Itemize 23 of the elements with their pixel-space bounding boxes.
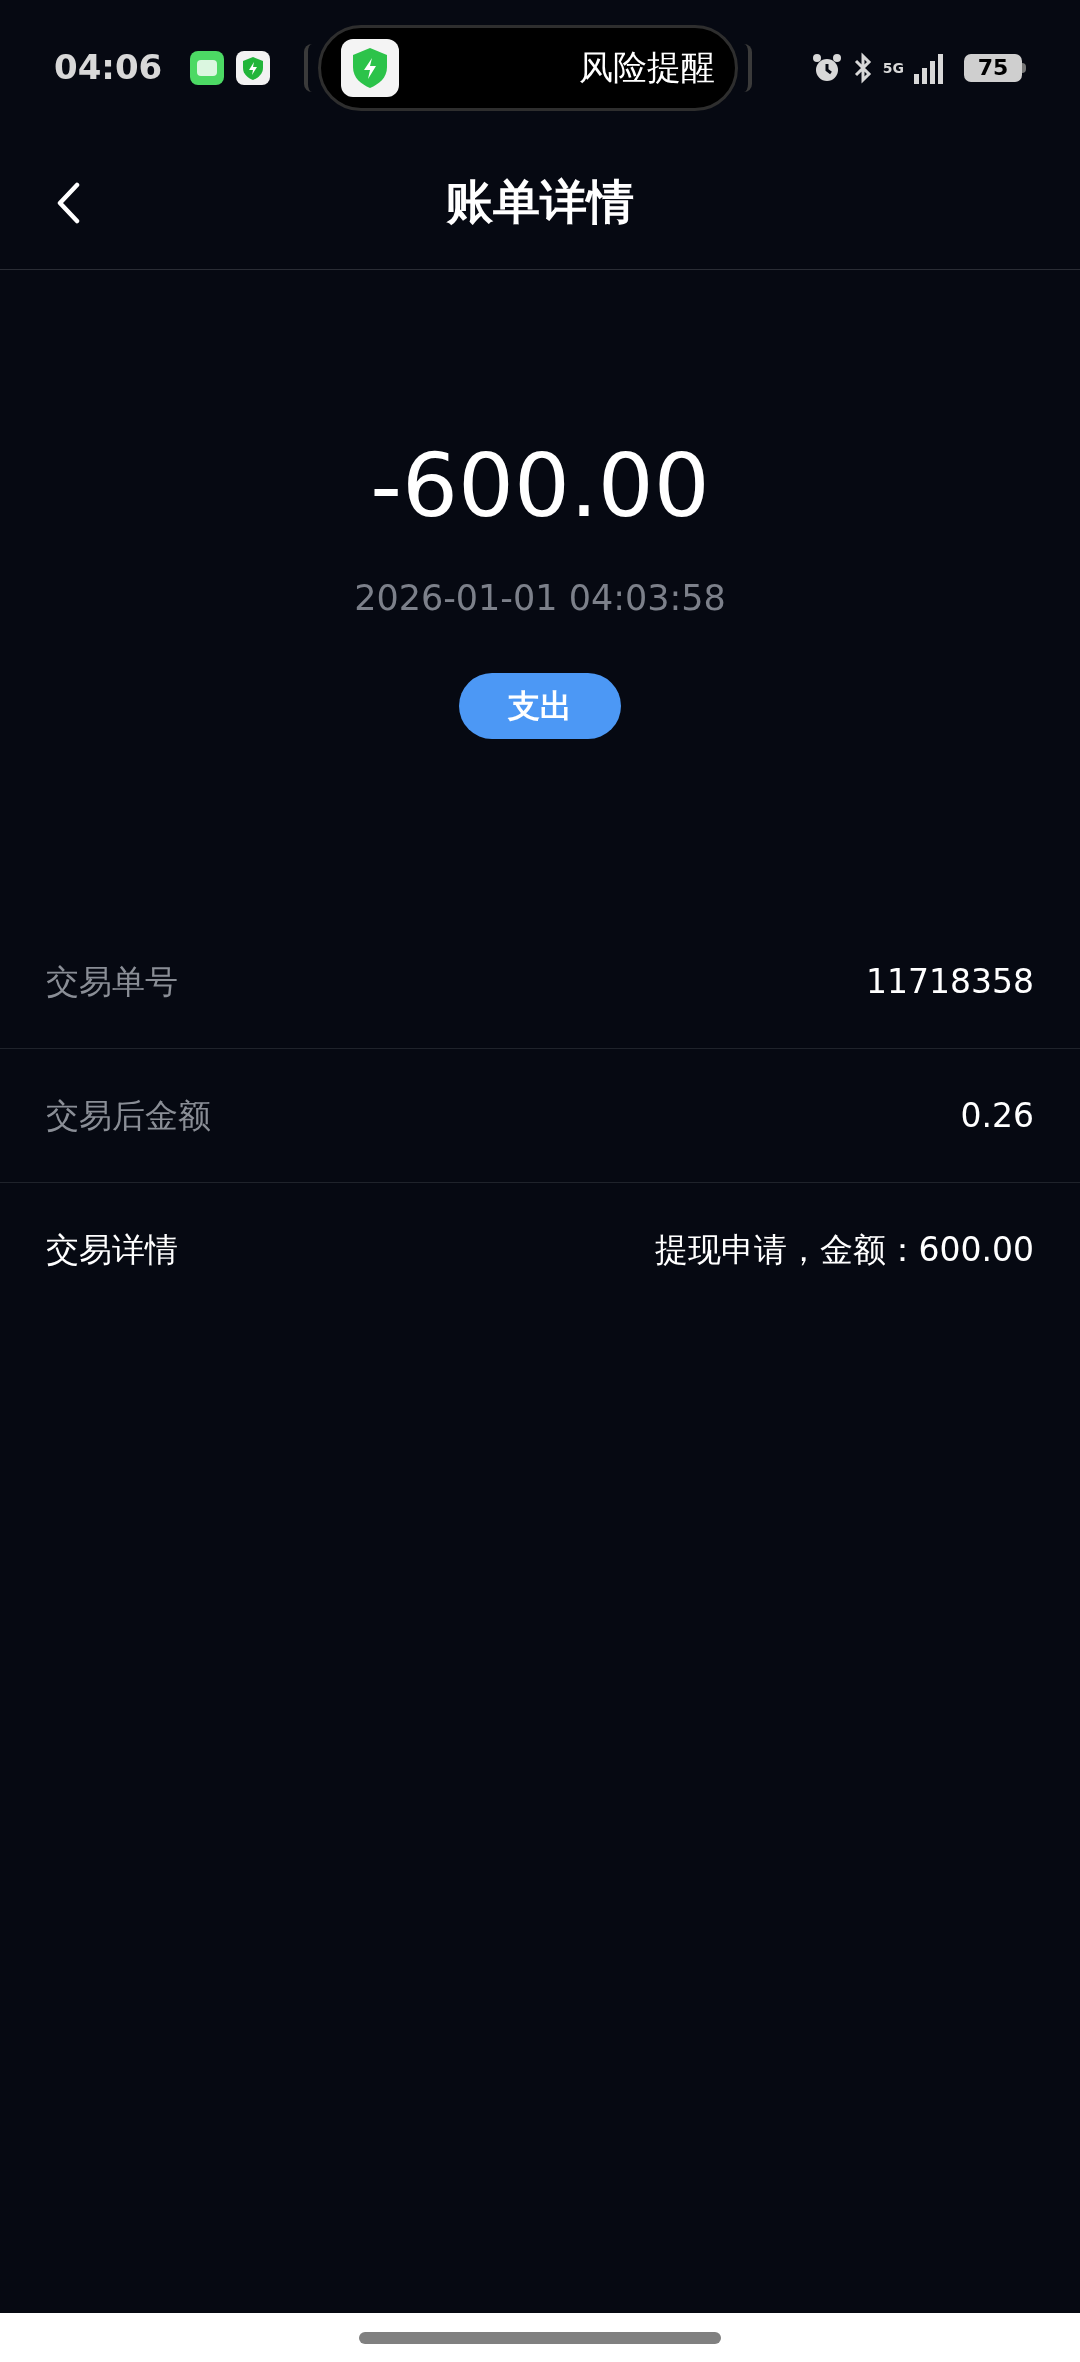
bluetooth-icon	[852, 51, 873, 84]
status-time: 04:06	[54, 46, 164, 89]
battery-level: 75	[964, 53, 1022, 82]
shield-icon	[236, 50, 270, 85]
detail-label: 交易详情	[46, 1229, 178, 1272]
transaction-datetime: 2026-01-01 04:03:58	[354, 577, 726, 620]
dynamic-island[interactable]: 风险提醒	[318, 24, 738, 111]
messages-icon	[190, 50, 224, 85]
detail-value: 11718358	[866, 960, 1034, 1003]
amount-text: -600.00	[370, 442, 710, 530]
expense-badge: 支出	[459, 672, 621, 739]
detail-label: 交易单号	[46, 960, 178, 1003]
network-type-label: 5G	[882, 58, 904, 78]
home-indicator[interactable]	[359, 2331, 721, 2344]
detail-value: 0.26	[960, 1094, 1034, 1137]
page-title: 账单详情	[446, 172, 634, 231]
signal-icon	[914, 51, 944, 84]
alarm-clock-icon	[810, 51, 843, 84]
back-icon	[56, 182, 80, 224]
shield-icon	[341, 38, 399, 97]
detail-label: 交易后金额	[46, 1094, 211, 1137]
detail-value: 提现申请，金额：600.00	[654, 1229, 1034, 1272]
island-alert-text: 风险提醒	[579, 46, 715, 89]
